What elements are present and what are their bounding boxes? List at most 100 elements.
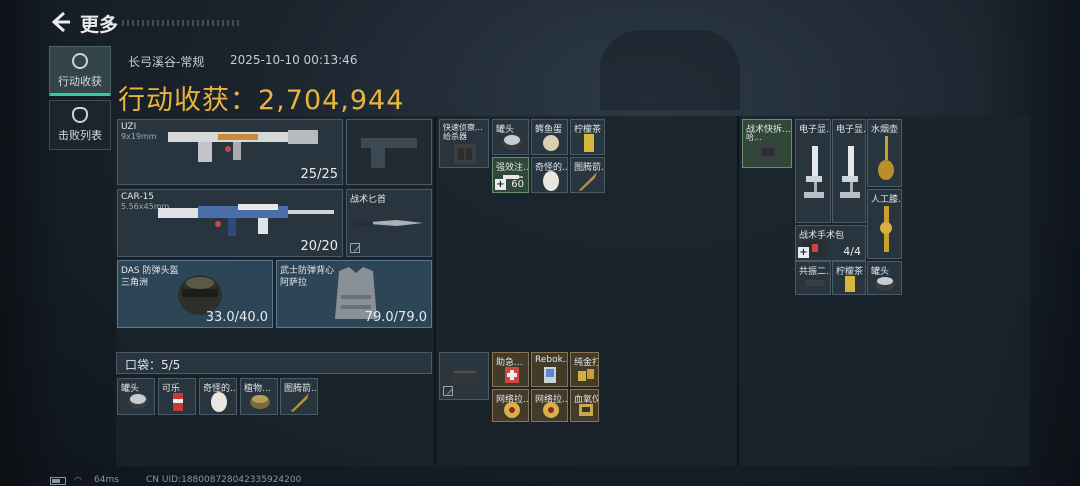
helmet-sub: 三角洲 [121,278,149,288]
can-icon [128,393,148,409]
cola-can-icon [173,393,183,411]
backpack-item[interactable]: 共振二... [795,261,831,295]
page-title: 更多 [80,14,119,36]
pocket-item[interactable]: 奇怪的... [199,378,237,415]
harvest-label: 行动收获： [118,85,258,116]
tab-harvest[interactable]: 行动收获 [49,46,111,96]
sidearm-slot[interactable] [346,119,432,185]
tea-can-icon [584,134,594,152]
knee-joint-icon [880,206,892,252]
tab-kill-list-label: 击败列表 [58,129,102,142]
secondary-weapon-slot[interactable]: CAR-15 5.56x45mm 20/20 [117,189,343,257]
primary-weapon-ammo: 25/25 [300,167,338,182]
user-uid: CN UID:18800872804233592420​0 [146,475,302,485]
secondary-weapon-ammo: 20/20 [300,239,338,254]
lock-icon [443,386,453,396]
backpack-item[interactable]: 人工膝... [867,189,902,259]
header-decoration [122,20,242,26]
tab-harvest-label: 行动收获 [58,75,102,88]
pocket-header: 口袋：5/5 [116,352,432,374]
rig-icon [454,144,476,164]
harvest-value: 2,704,944 [258,85,405,116]
pocket-item[interactable]: 植物... [240,378,278,415]
active-tab-indicator [50,93,110,96]
ping-readout: 64ms [94,475,119,485]
rig-item[interactable]: 奇怪的... [531,157,568,193]
tea-can-icon [845,276,855,292]
column-divider [737,116,739,466]
rig-item[interactable]: 鳄鱼蛋 [531,119,568,155]
case-item[interactable]: 网络拉... [492,389,529,422]
case-item[interactable]: 助急... [492,352,529,387]
rig-stack-count: 60 [511,179,524,190]
gold-lighter-icon [578,369,594,381]
backpack-slot[interactable]: 战术快拆... 哈... [742,119,792,168]
device-icon [544,367,556,383]
backpack-icon [758,143,778,163]
skull-icon [72,107,88,123]
rig-name-2: 给杀器 [443,132,467,141]
case-item[interactable]: Rebok... [531,352,568,387]
medical-plus-icon: + [495,179,506,190]
pocket-item[interactable]: 图腾箭... [280,378,318,415]
pocket-item[interactable]: 罐头 [117,378,155,415]
case-item[interactable]: 血氧仪 [570,389,599,422]
gold-relic-icon [504,402,520,418]
case-icon [450,367,480,385]
tab-kill-list[interactable]: 击败列表 [49,100,111,150]
primary-weapon-name: UZI [121,122,137,132]
item-label: 电子显... [836,125,866,135]
primary-weapon-slot[interactable]: UZI 9x19mm 25/25 [117,119,343,185]
helmet-slot[interactable]: DAS 防弹头盔 三角洲 33.0/40.0 [117,260,273,328]
microscope-icon [804,146,824,198]
oximeter-icon [579,404,593,416]
first-aid-icon [505,367,519,383]
pistol-silhouette-icon [361,138,417,168]
battery-icon [50,477,66,485]
medical-plus-icon: + [798,247,809,258]
arrow-artifact-icon [291,393,309,412]
backpack-case-slot[interactable] [439,352,489,400]
egg-icon [211,392,227,412]
case-item[interactable]: 网络拉... [531,389,568,422]
rig-item[interactable]: 图腾箭... [570,157,605,193]
rifle-icon [158,204,334,236]
arrow-artifact-icon [579,172,597,191]
chest-rig-slot[interactable]: 快速侦察... 给杀器 [439,119,489,168]
backpack-item[interactable]: 电子显... [795,119,831,223]
rig-item[interactable]: 强效注... + 60 [492,157,529,193]
secondary-weapon-name: CAR-15 [121,192,155,202]
melee-slot[interactable]: 战术匕首 [346,189,432,257]
knife-icon [355,220,423,226]
egg-icon [543,135,559,151]
wifi-icon: ◠ [74,476,82,486]
map-name: 长弓溪谷-常规 [128,55,205,69]
can-icon [875,277,895,291]
egg-icon [543,171,559,191]
item-label: 电子显... [799,125,830,135]
helmet-durability: 33.0/40.0 [205,310,268,325]
back-button[interactable] [48,10,72,34]
backpack-item[interactable]: 战术手术包 + 4/4 [795,225,866,261]
backpack-item[interactable]: 水烟壶 [867,119,902,187]
melee-name: 战术匕首 [350,195,387,205]
primary-weapon-caliber: 9x19mm [121,132,157,141]
armor-durability: 79.0/79.0 [364,310,427,325]
backpack-item[interactable]: 柠檬茶 [832,261,866,295]
backpack-item[interactable]: 罐头 [867,261,902,295]
rig-item[interactable]: 柠檬茶 [570,119,605,155]
pocket-item[interactable]: 可乐 [158,378,196,415]
backpack-item[interactable]: 电子显... [832,119,866,223]
gold-relic-icon [543,402,559,418]
match-timestamp: 2025-10-10 00:13:46 [230,53,358,67]
column-divider [434,116,436,466]
harvest-icon [72,53,88,69]
microscope-icon [840,146,860,198]
case-item[interactable]: 纯金打... [570,352,599,387]
rig-item[interactable]: 罐头 [492,119,529,155]
armor-sub: 阿萨拉 [280,278,308,288]
armor-slot[interactable]: 武士防弹背心 阿萨拉 79.0/79.0 [276,260,432,328]
plant-jar-icon [250,395,270,409]
hookah-icon [878,136,894,180]
harvest-total: 行动收获：2,704,944 [118,78,404,117]
